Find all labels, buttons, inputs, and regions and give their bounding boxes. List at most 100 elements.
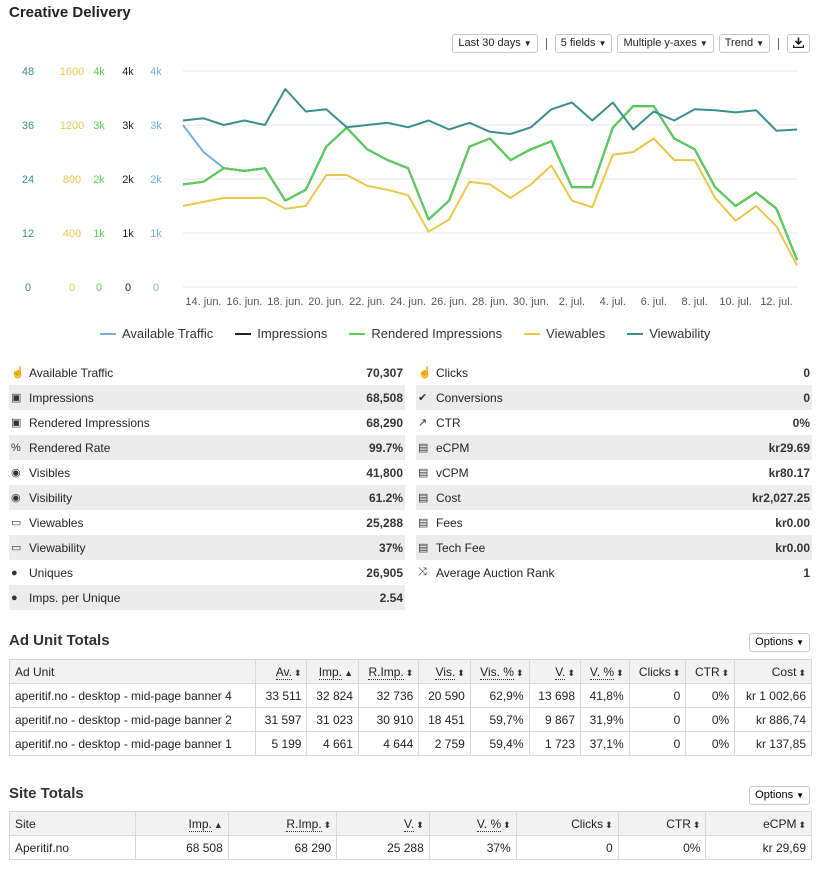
column-header[interactable]: V. % ⬍ [580,659,630,684]
x-tick-label: 22. jun. [349,296,385,308]
sort-ascending-icon: ▲ [344,667,353,678]
stat-label: CTR [436,415,461,430]
random-icon: ⤨ [418,566,427,578]
y-tick-label: 1600 [60,66,84,78]
table-row: aperitif.no - desktop - mid-page banner … [9,683,812,708]
column-header-label: Clicks [571,816,604,831]
stat-value: kr29.69 [768,440,810,455]
column-header[interactable]: V. ⬍ [528,659,581,684]
column-header[interactable]: R.Imp. ⬍ [227,811,338,836]
column-header[interactable]: V. ⬍ [336,811,430,836]
eye-icon: ◉ [11,467,21,479]
table-cell: 37% [428,835,517,860]
table-row: Aperitif.no 68 508 68 290 25 288 37% 0 0% kr 29… [8,835,812,860]
y-tick-label: 3k [122,120,134,132]
money-icon: ▤ [418,442,429,454]
table-row: aperitif.no - desktop - mid-page banner … [9,731,812,756]
stat-row: % Rendered Rate 99.7% [9,435,405,460]
legend-item[interactable]: Available Traffic [100,326,213,341]
y-tick-label: 4k [93,66,105,78]
y-tick-label: 0 [96,282,102,294]
column-header[interactable]: V. % ⬍ [428,811,517,836]
y-tick-label: 36 [22,120,34,132]
table-cell: Aperitif.no [8,835,137,860]
table-cell: 0 [628,707,687,732]
caret-down-icon: ▼ [796,638,804,647]
stats-panel-right: ☝ Clicks 0 ✔ Conversions 0 ↗ CTR 0% ▤ eCPM kr29.69 ▤… [416,360,812,585]
sort-icon: ⬍ [616,667,624,678]
stat-value: 26,905 [366,565,403,580]
stat-row: ▣ Rendered Impressions 68,290 [9,410,405,435]
table-cell: 0% [685,731,736,756]
x-tick-label: 8. jul. [682,296,708,308]
legend-item[interactable]: Viewability [627,326,710,341]
date-range-dropdown[interactable]: Last 30 days ▼ [452,34,538,53]
site-options-button[interactable]: Options ▼ [749,786,810,805]
stat-label: Viewables [29,515,84,530]
stats-panel-left: ☝ Available Traffic 70,307 ▣ Impressions 68,5… [9,360,405,610]
caret-down-icon: ▼ [523,39,532,48]
table-cell: kr 1 002,66 [734,683,812,708]
column-header[interactable]: Clicks ⬍ [628,659,687,684]
y-tick-label: 800 [63,174,81,186]
fields-dropdown[interactable]: 5 fields ▼ [554,34,613,53]
column-header[interactable]: CTR ⬍ [617,811,707,836]
legend-label: Viewability [649,326,711,341]
column-header-label: V. [555,664,566,680]
column-header[interactable]: eCPM ⬍ [705,811,812,836]
x-tick-label: 12. jul. [760,296,792,308]
y-tick-label: 0 [25,282,31,294]
table-cell: 4 644 [357,731,420,756]
page-title: Creative Delivery [9,4,131,21]
stat-label: Rendered Impressions [29,415,150,430]
stat-label: Imps. per Unique [29,590,121,605]
column-header[interactable]: Imp. ▲ [306,659,359,684]
stat-value: 25,288 [366,515,403,530]
column-header-label: R.Imp. [286,816,322,832]
x-tick-label: 28. jun. [472,296,508,308]
table-cell: kr 886,74 [734,707,812,732]
sort-icon: ⬍ [323,819,332,830]
ad-unit-options-button[interactable]: Options ▼ [749,633,810,652]
download-button[interactable] [787,34,810,53]
column-header[interactable]: Vis. % ⬍ [469,659,530,684]
table-cell: 31 597 [254,707,308,732]
monitor-icon: ▭ [11,542,22,554]
column-header-label: Imp. [188,816,212,832]
column-header-label: Ad Unit [15,664,55,679]
column-header[interactable]: R.Imp. ⬍ [357,659,420,684]
y-axes-dropdown[interactable]: Multiple y-axes ▼ [617,34,714,53]
column-header[interactable]: Ad Unit [9,659,256,684]
column-header[interactable]: CTR ⬍ [685,659,736,684]
stat-label: Clicks [436,365,468,380]
stat-value: kr2,027.25 [751,490,810,505]
stat-value: 2.54 [379,590,403,605]
table-cell: 41,8% [580,683,630,708]
column-header[interactable]: Imp. ▲ [135,811,229,836]
y-tick-label: 0 [69,282,75,294]
trend-dropdown[interactable]: Trend ▼ [718,34,770,53]
stat-value: kr0.00 [775,540,810,555]
table-cell: 0 [515,835,619,860]
column-header[interactable]: Av. ⬍ [254,659,308,684]
column-header[interactable]: Clicks ⬍ [515,811,619,836]
series-line-viewables [182,137,798,266]
stat-label: vCPM [436,465,469,480]
sort-icon: ⬍ [567,667,575,678]
fields-label: 5 fields [560,37,596,49]
series-line-rendered-impressions [182,105,798,261]
sort-icon: ⬍ [672,667,681,678]
table-cell: 1 723 [528,731,581,756]
legend-item[interactable]: Viewables [524,326,605,341]
legend-item[interactable]: Rendered Impressions [349,326,502,341]
column-header[interactable]: Vis. ⬍ [418,659,471,684]
delivery-line-chart: 0 12 24 36 48 0 400 800 1200 1600 0 1k 2k 3k 4k 0 1k 2k 3k… [22,66,798,308]
y-tick-label: 12 [22,228,34,240]
x-tick-label: 10. jul. [719,296,751,308]
table-cell: 25 288 [336,835,430,860]
stat-value: 70,307 [366,365,403,380]
column-header[interactable]: Site [8,811,137,836]
column-header[interactable]: Cost ⬍ [734,659,812,684]
legend-item[interactable]: Impressions [235,326,327,341]
table-cell: 37,1% [580,731,630,756]
